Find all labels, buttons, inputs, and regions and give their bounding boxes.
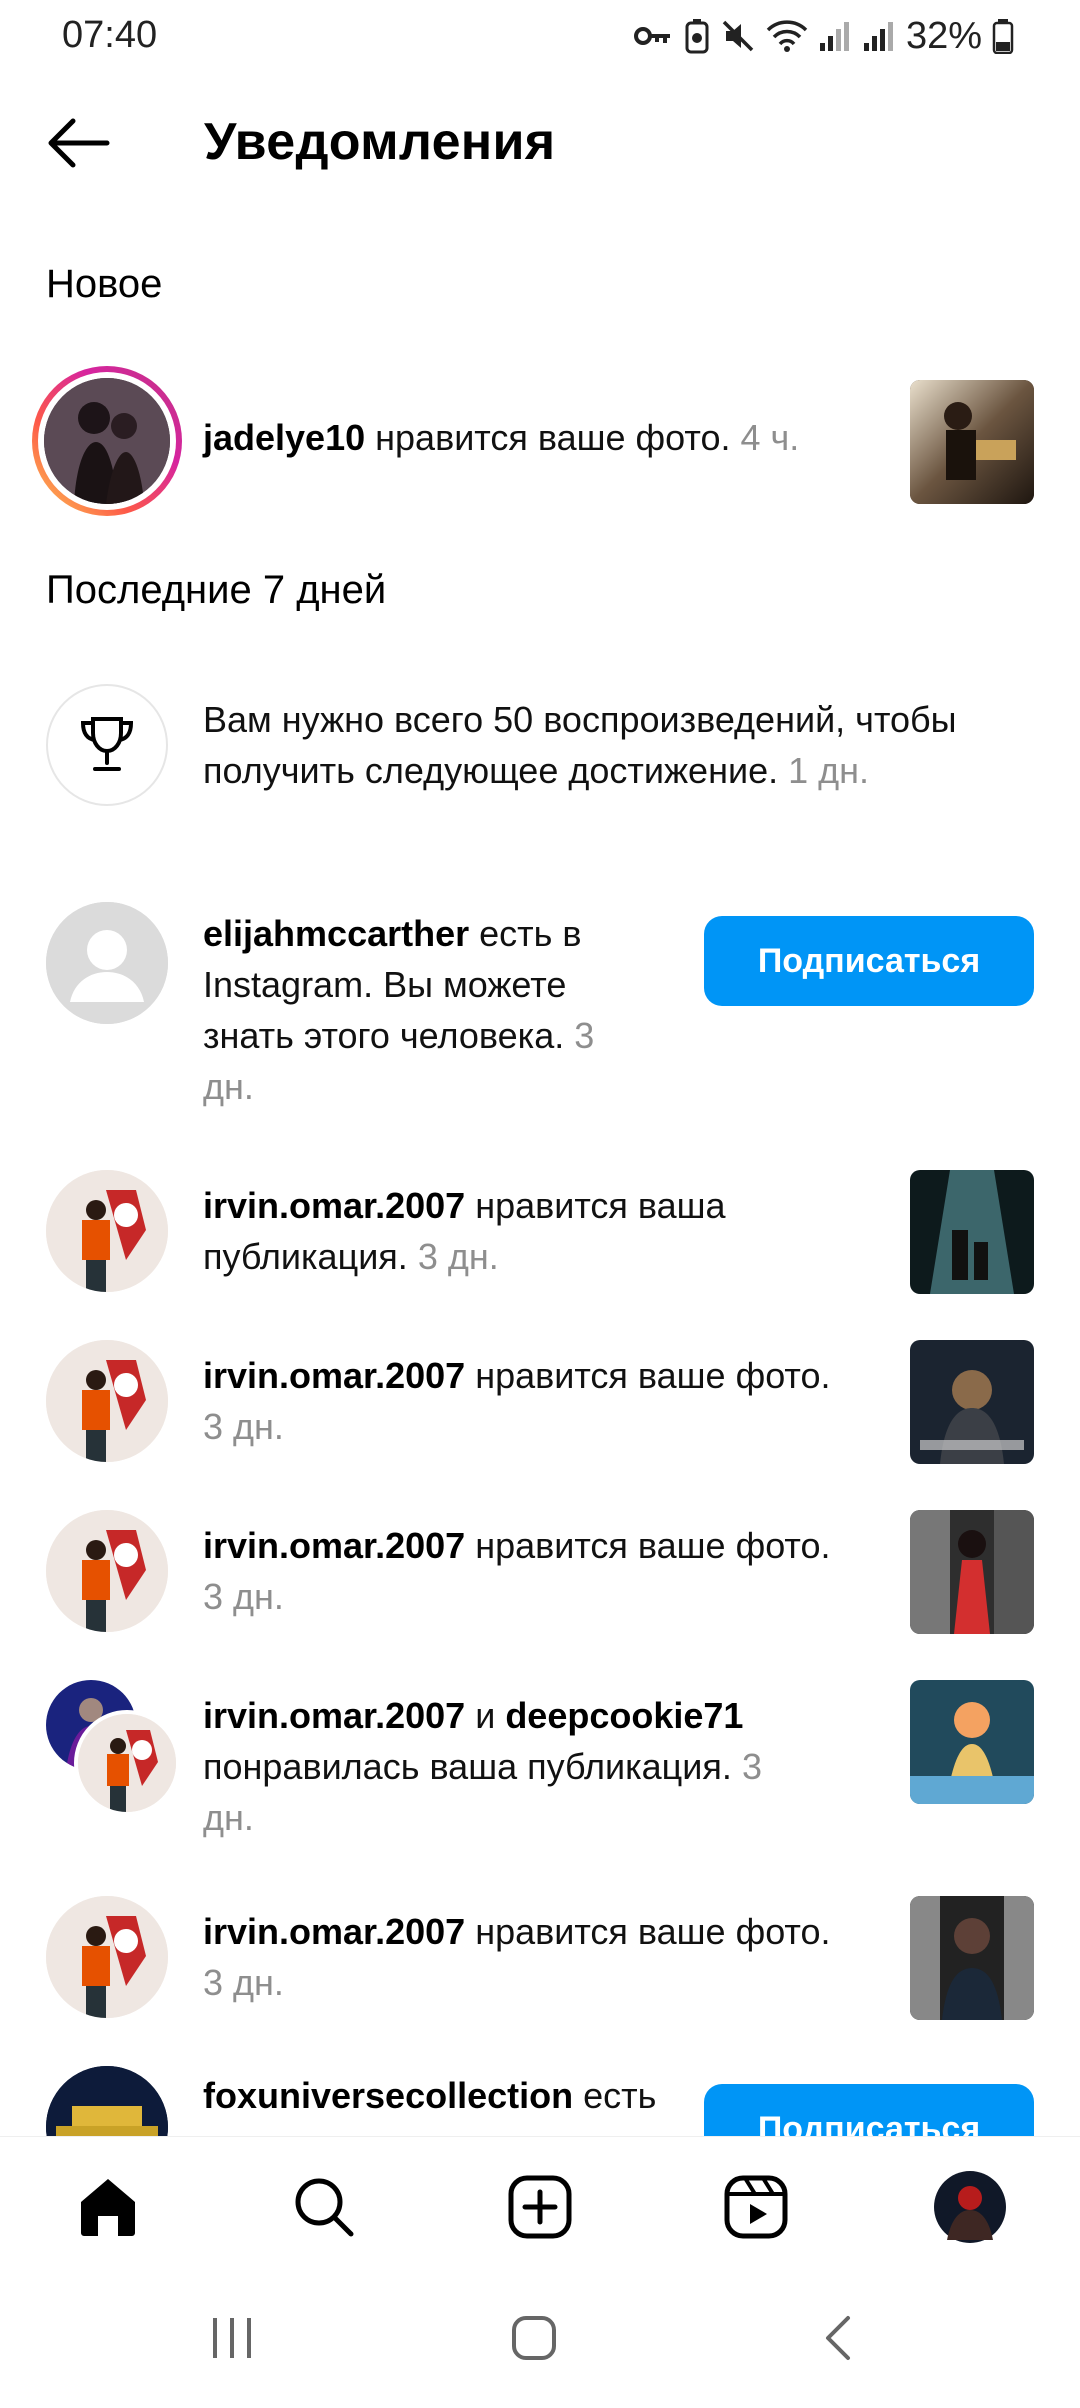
notification-item[interactable]: elijahmccarther есть в Instagram. Вы мож… (0, 898, 1080, 1118)
notification-item[interactable]: irvin.omar.2007 нравится ваше фото. 3 дн… (0, 1340, 1080, 1480)
notification-text: foxuniversecollection есть (203, 2075, 657, 2116)
section-title-last-7-days: Последние 7 дней (46, 568, 387, 612)
battery-icon (992, 18, 1014, 54)
username[interactable]: irvin.omar.2007 (203, 1185, 465, 1226)
follow-button[interactable]: Подписаться (704, 2084, 1034, 2136)
user-avatar[interactable] (46, 1340, 168, 1462)
username[interactable]: deepcookie71 (505, 1695, 743, 1736)
notification-item[interactable]: irvin.omar.2007 и deepcookie71 понравила… (0, 1680, 1080, 1840)
signal-icon (818, 19, 852, 53)
timestamp: 3 (574, 1015, 595, 1056)
battery-saver-icon (684, 18, 710, 54)
default-avatar-icon[interactable] (46, 902, 168, 1024)
search-icon[interactable] (284, 2167, 364, 2247)
post-thumbnail[interactable] (910, 1680, 1034, 1804)
timestamp: 4 ч. (740, 417, 800, 458)
username[interactable]: irvin.omar.2007 (203, 1911, 465, 1952)
profile-avatar[interactable] (930, 2167, 1010, 2247)
home-icon[interactable] (68, 2167, 148, 2247)
recent-apps-icon[interactable] (192, 2306, 272, 2370)
notification-text: elijahmccarther есть в Instagram. Вы мож… (203, 913, 595, 1107)
notification-text: irvin.omar.2007 и deepcookie71 понравила… (203, 1695, 762, 1838)
timestamp: 3 дн. (203, 1962, 284, 2003)
back-icon[interactable] (798, 2306, 878, 2370)
page-title: Уведомления (204, 113, 556, 171)
post-thumbnail[interactable] (910, 1896, 1034, 2020)
notification-text: irvin.omar.2007 нравится ваше фото. 3 дн… (203, 1906, 831, 2008)
wifi-icon (766, 19, 808, 53)
post-thumbnail[interactable] (910, 380, 1034, 504)
trophy-icon (46, 684, 168, 806)
notification-item[interactable]: irvin.omar.2007 нравится ваше фото. 3 дн… (0, 1510, 1080, 1650)
username[interactable]: jadelye10 (203, 417, 365, 458)
notification-text: irvin.omar.2007 нравится ваше фото. 3 дн… (203, 1520, 831, 1622)
status-icons: 32% (633, 14, 1014, 58)
timestamp: 3 (741, 1746, 762, 1787)
post-thumbnail[interactable] (910, 1170, 1034, 1294)
post-thumbnail[interactable] (910, 1340, 1034, 1464)
reels-icon[interactable] (716, 2167, 796, 2247)
notification-item[interactable]: irvin.omar.2007 нравится ваша публикация… (0, 1170, 1080, 1310)
signal-icon (862, 19, 896, 53)
section-title-new: Новое (46, 262, 163, 306)
notification-item[interactable]: irvin.omar.2007 нравится ваше фото. 3 дн… (0, 1896, 1080, 2036)
timestamp: 3 дн. (203, 1406, 284, 1447)
user-avatar[interactable] (46, 1896, 168, 2018)
bottom-navigation (0, 2136, 1080, 2267)
username[interactable]: irvin.omar.2007 (203, 1525, 465, 1566)
header: Уведомления (0, 90, 1080, 200)
back-button[interactable] (36, 110, 120, 180)
username[interactable]: irvin.omar.2007 (203, 1695, 465, 1736)
battery-percent: 32% (905, 14, 982, 57)
status-time: 07:40 (62, 14, 158, 56)
notification-item[interactable]: Вам нужно всего 50 воспроизведений, чтоб… (0, 680, 1080, 850)
system-navigation-bar (0, 2266, 1080, 2408)
user-avatar[interactable] (74, 1710, 180, 1816)
arrow-left-icon (45, 118, 111, 173)
post-thumbnail[interactable] (910, 1510, 1034, 1634)
story-avatar[interactable] (32, 366, 182, 516)
user-avatar[interactable] (46, 2066, 168, 2136)
notification-text: irvin.omar.2007 нравится ваше фото. 3 дн… (203, 1350, 831, 1452)
notification-text: jadelye10 нравится ваше фото. 4 ч. (203, 417, 800, 458)
follow-button[interactable]: Подписаться (704, 916, 1034, 1006)
timestamp: 3 дн. (203, 1576, 284, 1617)
notification-item[interactable]: foxuniversecollection есть Подписаться (0, 2066, 1080, 2136)
key-icon (633, 23, 674, 49)
create-icon[interactable] (500, 2167, 580, 2247)
username[interactable]: elijahmccarther (203, 913, 469, 954)
notification-text: irvin.omar.2007 нравится ваша публикация… (203, 1185, 726, 1277)
username[interactable]: irvin.omar.2007 (203, 1355, 465, 1396)
timestamp: 1 дн. (788, 750, 870, 791)
status-bar: 07:40 32% (0, 0, 1080, 76)
user-avatar[interactable] (46, 1510, 168, 1632)
mute-icon (720, 18, 756, 54)
user-avatar[interactable] (46, 1170, 168, 1292)
timestamp: 3 дн. (417, 1236, 499, 1277)
notification-item[interactable]: jadelye10 нравится ваше фото. 4 ч. (0, 360, 1080, 520)
home-button-icon[interactable] (494, 2306, 574, 2370)
notification-text: Вам нужно всего 50 воспроизведений, чтоб… (203, 699, 957, 791)
username[interactable]: foxuniversecollection (203, 2075, 573, 2116)
